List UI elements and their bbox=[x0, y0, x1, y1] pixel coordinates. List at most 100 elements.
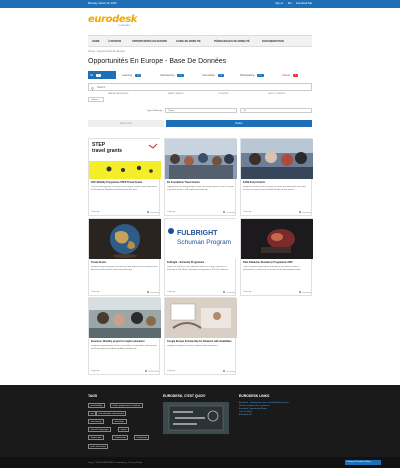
tab-internships[interactable]: Internships 12 bbox=[200, 71, 236, 79]
card-description: Open to professional artists working in … bbox=[243, 266, 302, 271]
logo-sub: YOUTH INFO bbox=[118, 25, 131, 27]
clock-icon bbox=[146, 291, 150, 294]
tab-count: 63 bbox=[135, 74, 142, 77]
clock-icon bbox=[222, 370, 226, 373]
nav-testimonials[interactable]: TÉMOIGNAGES DE MOBILITÉ bbox=[214, 40, 250, 43]
footer-links: Eurodesk - Informations pour la mobilité… bbox=[239, 402, 313, 417]
tab-all[interactable]: All 9 bbox=[88, 71, 116, 79]
card-date: Ongoing bbox=[167, 211, 176, 213]
eurodesk-logo[interactable]: eurodesk YOUTH INFO bbox=[88, 14, 137, 30]
card-title[interactable]: FARE Event Grants bbox=[243, 181, 311, 184]
card-title[interactable]: Google Europe Scholarship for Students w… bbox=[167, 340, 235, 343]
nav-about[interactable]: À PROPOS bbox=[108, 40, 121, 43]
footer-tags-title: TAGS bbox=[88, 394, 98, 398]
filter-host-country[interactable]: HOST COUNTRY bbox=[268, 93, 285, 95]
tab-label: All bbox=[90, 73, 93, 77]
top-link-language[interactable]: EN bbox=[288, 2, 292, 5]
order-select[interactable]: (To bbox=[240, 108, 312, 113]
card-image bbox=[241, 139, 313, 179]
card-date: Ongoing bbox=[167, 291, 176, 293]
form-buttons: Reset form Refine bbox=[88, 120, 312, 127]
svg-text:FULBRIGHT: FULBRIGHT bbox=[177, 230, 218, 237]
nav-home[interactable]: HOME bbox=[92, 40, 100, 43]
tab-volunteering[interactable]: Volunteering 21 bbox=[158, 71, 198, 79]
svg-text:travel grants: travel grants bbox=[92, 148, 122, 154]
footer-links-title: EURODESK LINKS bbox=[239, 394, 270, 398]
tab-count: 21 bbox=[177, 74, 184, 77]
card-footer: Ongoing recurring bbox=[91, 291, 159, 294]
tag-item[interactable]: Student jobs bbox=[88, 435, 105, 440]
tag-item[interactable]: cultural & languages bbox=[88, 427, 112, 432]
card-status-text: recurring bbox=[302, 211, 311, 214]
card-status: recurring bbox=[146, 211, 159, 214]
filter-country[interactable]: COUNTRY bbox=[218, 93, 229, 95]
filter-labels: TARGET AUDIENCE PARTICIPANTS COUNTRY HOS… bbox=[88, 93, 312, 97]
about-image bbox=[163, 402, 229, 434]
card-status-text: recurring bbox=[226, 291, 235, 294]
card-footer: Ongoing recurring bbox=[167, 211, 235, 214]
nav-documentation[interactable]: DOCUMENTATION bbox=[262, 40, 284, 43]
card-footer: Ongoing recurring bbox=[91, 211, 159, 214]
tab-participating[interactable]: Participating 14 bbox=[238, 71, 278, 79]
card-residency[interactable]: Pain Züblacher Residency Programme 2020 … bbox=[240, 218, 313, 296]
card-status: recurring bbox=[298, 291, 311, 294]
nav-mobility-guide[interactable]: GUIDE DE MOBILITÉ bbox=[176, 40, 201, 43]
tag-item[interactable]: youthmobility bbox=[88, 403, 105, 408]
card-image bbox=[165, 139, 237, 179]
footer-link[interactable]: Eurodesk EU bbox=[239, 414, 313, 417]
grants-select[interactable]: Grants × bbox=[88, 97, 104, 102]
svg-text:Schuman Program: Schuman Program bbox=[177, 239, 231, 246]
tag-item[interactable]: Fellowships bbox=[134, 435, 150, 440]
tag-item[interactable]: studies bbox=[118, 427, 130, 432]
card-title[interactable]: DCF Mobility Programme STEP Travel Grant… bbox=[91, 181, 159, 184]
card-title[interactable]: Pain Züblacher Residency Programme 2020 bbox=[243, 261, 311, 264]
card-do-foundation[interactable]: Do Foundation Travel Grants Opportunity … bbox=[164, 138, 237, 216]
card-erasmus[interactable]: Erasmus+ Mobility project for higher edu… bbox=[88, 297, 161, 375]
top-link-eurodesk[interactable]: Eurodesk Net bbox=[296, 2, 312, 5]
search-box: ⚲ bbox=[88, 83, 312, 91]
card-fulbright[interactable]: FULBRIGHT Schuman Program Fulbright - Sc… bbox=[164, 218, 237, 296]
tab-learning[interactable]: Learning 63 bbox=[120, 71, 156, 79]
tab-count: 12 bbox=[217, 74, 224, 77]
card-description: Supports events across Europe to tackle … bbox=[243, 186, 306, 191]
copyright-text: Copy © 2020 EURODESK Luxembourg · Privac… bbox=[88, 462, 143, 464]
card-title[interactable]: Travel Grants bbox=[91, 261, 159, 264]
breadcrumb: Home › Opportunités En Europe bbox=[88, 50, 126, 53]
card-description: Supports computer science students with … bbox=[167, 345, 219, 347]
clock-icon bbox=[298, 211, 302, 214]
search-input[interactable] bbox=[97, 85, 297, 90]
tab-grants[interactable]: Grants 9 bbox=[280, 71, 312, 79]
card-status-text: 07/11/2020 bbox=[148, 370, 159, 373]
type-select[interactable]: (Topic) bbox=[165, 108, 237, 113]
card-fare-event[interactable]: FARE Event Grants Supports events across… bbox=[240, 138, 313, 216]
card-title[interactable]: Do Foundation Travel Grants bbox=[167, 181, 235, 184]
tag-item[interactable]: internships bbox=[112, 419, 127, 424]
filter-target[interactable]: TARGET AUDIENCE bbox=[108, 93, 128, 95]
card-status: recurring bbox=[222, 370, 235, 373]
clock-icon bbox=[146, 211, 150, 214]
card-image bbox=[241, 219, 313, 259]
tag-item[interactable]: youth information bbox=[88, 444, 109, 449]
tag-item[interactable]: Scholarships bbox=[112, 435, 129, 440]
card-description: Grants to citizens of EU Member States f… bbox=[167, 266, 229, 271]
card-footer: Ongoing recurring bbox=[167, 370, 235, 373]
nav-opportunities[interactable]: OPPORTUNITÉS EN EUROPE bbox=[132, 40, 167, 43]
card-google-scholarship[interactable]: Google Europe Scholarship for Students w… bbox=[164, 297, 237, 375]
reset-button[interactable]: Reset form bbox=[88, 120, 164, 127]
site-footer: TAGS youthmobility Online programme of a… bbox=[0, 385, 400, 457]
card-description: Supports organisations active in the fie… bbox=[91, 345, 157, 350]
tag-item[interactable]: free education and formation bbox=[96, 411, 127, 416]
card-title[interactable]: Erasmus+ Mobility project for higher edu… bbox=[91, 340, 159, 343]
card-image bbox=[165, 298, 237, 338]
type-label: Type Of Activity bbox=[147, 110, 163, 112]
top-link-signin[interactable]: Sign in bbox=[275, 2, 283, 5]
card-step-travel-grants[interactable]: STEP travel grants DCF Mobility Programm… bbox=[88, 138, 161, 216]
tag-item[interactable]: Online programme of academic bbox=[110, 403, 143, 408]
tag-item[interactable]: volunteering bbox=[88, 419, 104, 424]
cookie-policy-button[interactable]: Privacy & Cookies Policy bbox=[345, 460, 381, 465]
refine-button[interactable]: Refine bbox=[166, 120, 312, 127]
card-title[interactable]: Fulbright - Schuman Programme bbox=[167, 261, 235, 264]
clock-icon bbox=[222, 291, 226, 294]
filter-participants[interactable]: PARTICIPANTS bbox=[168, 93, 184, 95]
card-travel-grants[interactable]: Travel Grants Enable young Europeans to … bbox=[88, 218, 161, 296]
